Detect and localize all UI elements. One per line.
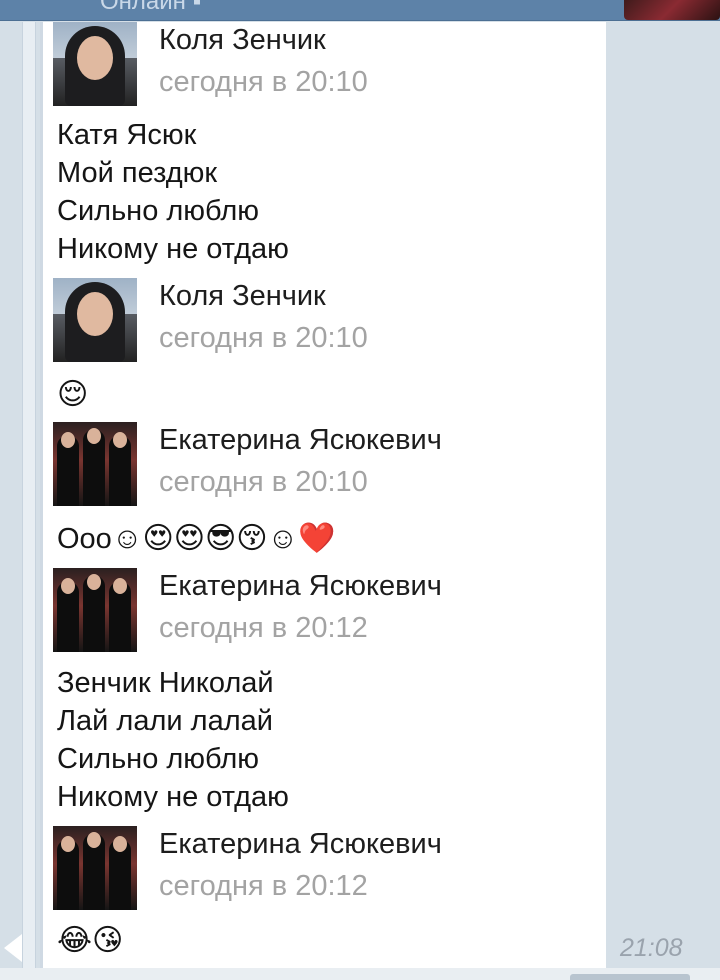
message-text: Ооо☺😍😍😎😚☺❤️ <box>57 520 336 558</box>
author-name[interactable]: Екатерина Ясюкевич <box>159 828 442 861</box>
message-line: Мой пездюк <box>57 157 218 189</box>
emoji-sequence-icon: 😂😘 <box>57 924 124 957</box>
message-line: Катя Ясюк <box>57 119 197 151</box>
message-time: сегодня в 20:12 <box>159 870 368 902</box>
message-line: Ооо <box>57 523 112 555</box>
author-name[interactable]: Екатерина Ясюкевич <box>159 424 442 457</box>
message-line: Сильно люблю <box>57 195 260 227</box>
author-name[interactable]: Екатерина Ясюкевич <box>159 570 442 603</box>
header-avatar[interactable] <box>624 0 720 20</box>
timestamp: 21:08 <box>620 934 683 962</box>
author-name[interactable]: Коля Зенчик <box>159 24 326 57</box>
message-line: Сильно люблю <box>57 743 260 775</box>
avatar[interactable] <box>53 278 137 362</box>
message-line: Никому не отдаю <box>57 233 289 265</box>
online-status: Онлайн ▪ <box>100 0 202 15</box>
avatar[interactable] <box>53 568 137 652</box>
left-rail <box>22 22 36 968</box>
message-panel: Коля Зенчик сегодня в 20:10 Катя Ясюк Мо… <box>40 22 606 968</box>
message-time: сегодня в 20:10 <box>159 322 368 354</box>
bubble-tail-icon <box>4 934 22 962</box>
chat-header: Онлайн ▪ <box>0 0 720 21</box>
avatar[interactable] <box>53 22 137 106</box>
bottom-button[interactable] <box>570 974 690 980</box>
message-line: Лай лали лалай <box>57 705 273 737</box>
relieved-emoji-icon: 😌 <box>57 378 89 411</box>
message-time: сегодня в 20:10 <box>159 66 368 98</box>
avatar[interactable] <box>53 422 137 506</box>
message-time: сегодня в 20:12 <box>159 612 368 644</box>
message-line: Никому не отдаю <box>57 781 289 813</box>
message-time: сегодня в 20:10 <box>159 466 368 498</box>
message-text: 😌 <box>57 376 88 414</box>
avatar[interactable] <box>53 826 137 910</box>
author-name[interactable]: Коля Зенчик <box>159 280 326 313</box>
message-line: Зенчик Николай <box>57 667 274 699</box>
emoji-sequence-icon: ☺😍😍😎😚☺❤️ <box>111 522 336 555</box>
message-text: Катя Ясюк Мой пездюк Сильно люблю Никому… <box>57 116 289 268</box>
message-text: 😂😘 <box>57 922 123 960</box>
message-text: Зенчик Николай Лай лали лалай Сильно люб… <box>57 664 289 816</box>
